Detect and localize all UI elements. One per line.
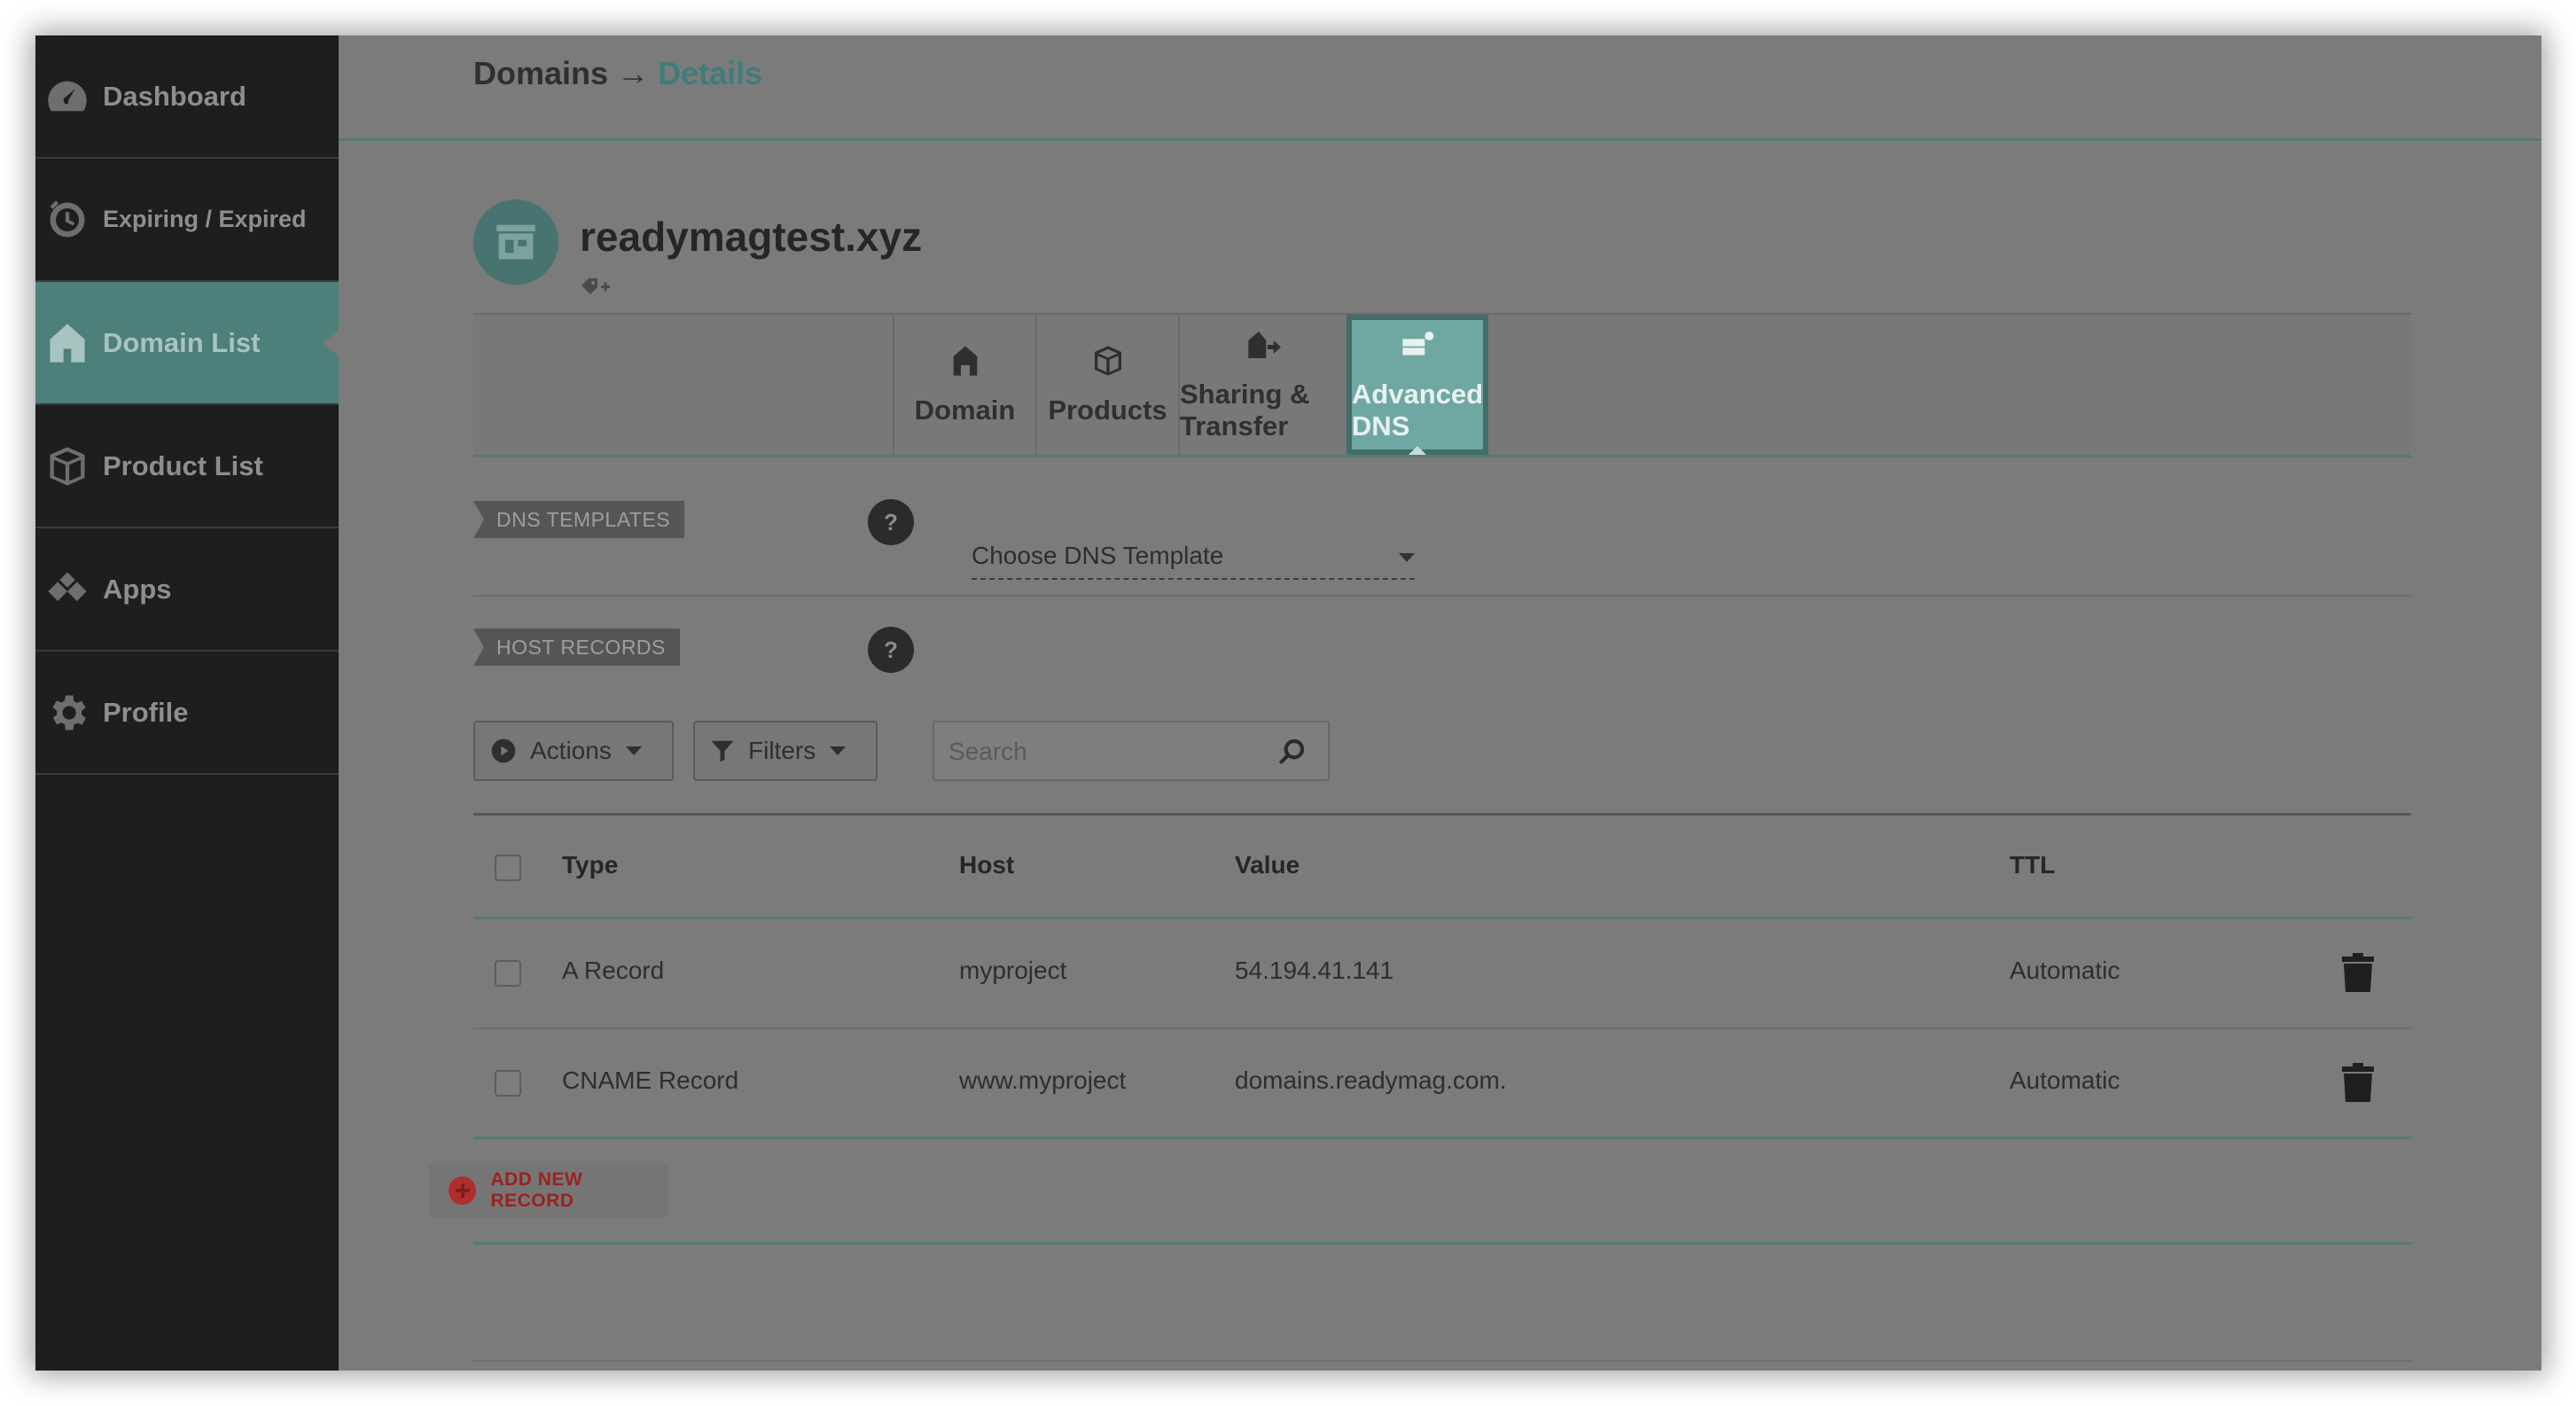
column-header-value[interactable]: Value [1235, 851, 1300, 879]
sidebar-item-label: Domain List [103, 326, 261, 358]
record-ttl[interactable]: Automatic [2010, 957, 2120, 985]
server-gear-icon [1402, 332, 1434, 355]
trash-icon[interactable] [2342, 1063, 2374, 1102]
table-row[interactable]: CNAME Record www.myproject domains.ready… [473, 1029, 2411, 1139]
sidebar-item-label: Profile [103, 696, 189, 728]
filters-label: Filters [748, 737, 816, 764]
sidebar-item-label: Expiring / Expired [103, 206, 307, 232]
actions-button[interactable]: Actions [473, 721, 674, 781]
house-icon [953, 346, 977, 376]
sidebar-item-expiring[interactable]: Expiring / Expired [35, 159, 339, 282]
main-content: Domains → Details readymagtest.xyz Domai… [339, 35, 2541, 1371]
dns-templates-help-button[interactable]: ? [868, 499, 914, 545]
transfer-icon [1248, 332, 1281, 358]
gear-icon [43, 688, 92, 738]
column-header-host[interactable]: Host [959, 851, 1014, 879]
table-header: Type Host Value TTL [473, 813, 2411, 919]
domain-title: readymagtest.xyz [580, 214, 923, 260]
row-checkbox[interactable] [495, 960, 521, 987]
active-tab-pointer [1409, 446, 1426, 455]
sidebar-item-domain-list[interactable]: Domain List [35, 282, 339, 405]
chevron-down-icon [830, 746, 847, 755]
select-all-checkbox[interactable] [495, 855, 521, 881]
tab-products[interactable]: Products [1035, 315, 1178, 455]
play-circle-icon [491, 738, 516, 763]
tab-advanced-dns[interactable]: Advanced DNS [1347, 315, 1488, 455]
app-window: Dashboard Expiring / Expired Domain List… [35, 35, 2541, 1371]
record-type[interactable]: A Record [562, 957, 664, 985]
divider [473, 1242, 2411, 1245]
dns-template-select-value: Choose DNS Template [972, 542, 1224, 569]
sidebar: Dashboard Expiring / Expired Domain List… [35, 35, 339, 1371]
trash-icon[interactable] [2342, 953, 2374, 992]
add-new-record-button[interactable]: ADD NEW RECORD [429, 1163, 668, 1218]
divider [473, 1360, 2411, 1362]
plus-circle-icon [449, 1176, 477, 1205]
actions-label: Actions [530, 737, 612, 764]
record-value[interactable]: 54.194.41.141 [1235, 957, 1393, 985]
add-new-record-label: ADD NEW RECORD [490, 1169, 583, 1211]
tag-add-icon[interactable] [580, 277, 612, 303]
tab-label: Domain [914, 394, 1016, 426]
tab-label: Products [1048, 394, 1167, 426]
column-header-type[interactable]: Type [562, 851, 618, 879]
record-type[interactable]: CNAME Record [562, 1066, 738, 1095]
domain-store-icon [473, 199, 558, 285]
box-icon [43, 441, 92, 491]
speedometer-icon [43, 72, 92, 121]
active-indicator [323, 329, 339, 356]
breadcrumb: Domains → Details [473, 55, 762, 92]
box-icon [1094, 346, 1121, 376]
search-icon[interactable] [1276, 737, 1307, 767]
tab-label: Sharing & Transfer [1180, 379, 1310, 441]
record-value[interactable]: domains.readymag.com. [1235, 1066, 1507, 1095]
search-box [933, 721, 1330, 781]
house-icon [43, 318, 92, 368]
top-bar: Domains → Details [339, 35, 2541, 141]
clock-icon [43, 195, 92, 245]
row-checkbox[interactable] [495, 1070, 521, 1097]
record-host[interactable]: www.myproject [959, 1066, 1126, 1095]
sidebar-item-dashboard[interactable]: Dashboard [35, 35, 339, 159]
sidebar-item-profile[interactable]: Profile [35, 652, 339, 775]
breadcrumb-parent[interactable]: Domains [473, 55, 608, 91]
host-records-help-button[interactable]: ? [868, 627, 914, 673]
chevron-down-icon [1399, 553, 1415, 562]
filter-icon [711, 740, 734, 762]
breadcrumb-separator: → [608, 55, 659, 91]
sidebar-item-label: Product List [103, 449, 263, 481]
chevron-down-icon [625, 746, 642, 755]
apps-icon [43, 565, 92, 614]
breadcrumb-current: Details [658, 55, 763, 91]
host-records-label: HOST RECORDS [473, 629, 680, 666]
domain-tabs: Domain Products Sharing & Transfer Advan… [473, 313, 2411, 457]
search-input[interactable] [947, 731, 1269, 772]
dns-templates-label: DNS TEMPLATES [473, 501, 685, 538]
sidebar-item-apps[interactable]: Apps [35, 528, 339, 652]
dns-template-select[interactable]: Choose DNS Template [972, 534, 1415, 580]
table-row[interactable]: A Record myproject 54.194.41.141 Automat… [473, 919, 2411, 1029]
sidebar-item-product-list[interactable]: Product List [35, 405, 339, 528]
tab-domain[interactable]: Domain [893, 315, 1035, 455]
sidebar-item-label: Dashboard [103, 80, 246, 112]
record-ttl[interactable]: Automatic [2010, 1066, 2120, 1095]
tab-label: Advanced DNS [1351, 379, 1484, 441]
tab-sharing-transfer[interactable]: Sharing & Transfer [1178, 315, 1347, 455]
column-header-ttl[interactable]: TTL [2010, 851, 2055, 879]
filters-button[interactable]: Filters [693, 721, 878, 781]
record-host[interactable]: myproject [959, 957, 1066, 985]
sidebar-item-label: Apps [103, 573, 172, 605]
divider [473, 595, 2411, 597]
